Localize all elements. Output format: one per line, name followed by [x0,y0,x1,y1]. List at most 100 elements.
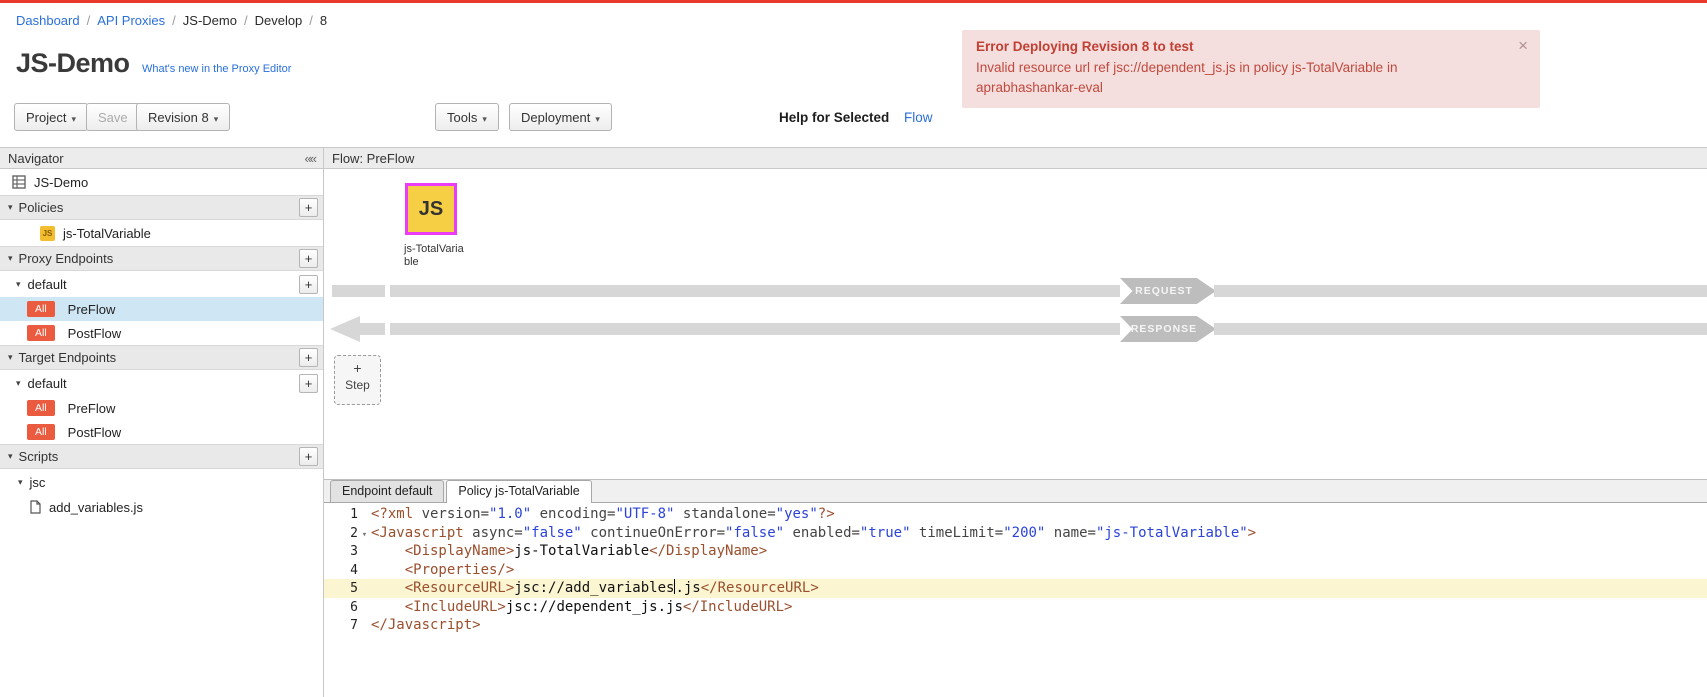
breadcrumb-revision: 8 [320,13,327,28]
all-badge: All [27,325,55,341]
all-badge: All [27,424,55,440]
code-line[interactable]: 4 <Properties/> [324,561,1707,580]
flow-canvas: JS js-TotalVariable REQUEST RESPONSE + S… [324,169,1707,479]
flow-link[interactable]: Flow [904,110,933,125]
breadcrumb-proxy: JS-Demo [183,13,237,28]
code-line[interactable]: 7</Javascript> [324,616,1707,635]
project-button[interactable]: Project▾ [14,103,88,131]
add-script-button[interactable]: + [299,447,318,466]
request-arrow-label: REQUEST [1120,278,1216,304]
flow-header: Flow: PreFlow [324,147,1707,169]
revision-button[interactable]: Revision 8▾ [136,103,230,131]
add-proxy-endpoint-button[interactable]: + [299,249,318,268]
navigator-item-target-postflow[interactable]: All PostFlow [0,420,323,444]
navigator-item-target-default[interactable]: ▾ default + [0,370,323,396]
section-policies[interactable]: ▾ Policies + [0,195,323,220]
section-proxy-endpoints[interactable]: ▾ Proxy Endpoints + [0,246,323,271]
navigator-item-js-demo[interactable]: JS-Demo [0,169,323,195]
collapse-sidebar-icon[interactable]: «« [305,148,315,169]
all-badge: All [27,301,55,317]
section-label: Proxy Endpoints [19,251,114,266]
navigator-item-proxy-preflow[interactable]: All PreFlow [0,297,323,321]
navigator-item-label: PreFlow [68,401,116,416]
code-line[interactable]: 2▾<Javascript async="false" continueOnEr… [324,524,1707,543]
all-badge: All [27,400,55,416]
section-scripts[interactable]: ▾ Scripts + [0,444,323,469]
navigator-item-jsc-folder[interactable]: ▾ jsc [0,469,323,495]
code-line[interactable]: 3 <DisplayName>js-TotalVariable</Display… [324,542,1707,561]
deployment-button[interactable]: Deployment▾ [509,103,612,131]
breadcrumb-separator: / [172,13,176,28]
breadcrumb-separator: / [87,13,91,28]
add-proxy-flow-button[interactable]: + [299,275,318,294]
caret-down-icon: ▾ [16,378,21,389]
navigator-item-proxy-postflow[interactable]: All PostFlow [0,321,323,345]
navigator-header: Navigator «« [0,147,323,169]
caret-down-icon: ▾ [18,477,23,488]
code-lines[interactable]: 1<?xml version="1.0" encoding="UTF-8" st… [324,503,1707,697]
code-line[interactable]: 5 <ResourceURL>jsc://add_variables.js</R… [324,579,1707,598]
response-arrow-label: RESPONSE [1120,316,1216,342]
js-policy-node-name: js-TotalVariable [404,243,464,269]
navigator-item-label: js-TotalVariable [63,226,151,241]
page-title: JS-Demo [16,48,130,78]
section-label: Policies [19,200,64,215]
add-target-flow-button[interactable]: + [299,374,318,393]
caret-down-icon: ▾ [482,114,487,124]
add-policy-button[interactable]: + [299,198,318,217]
proxy-icon [12,175,26,189]
section-target-endpoints[interactable]: ▾ Target Endpoints + [0,345,323,370]
proxy-editor-app: Dashboard/API Proxies/JS-Demo/Develop/8 … [0,0,1707,697]
page-header: JS-Demo What's new in the Proxy Editor [16,48,291,79]
flow-panel: Flow: PreFlow JS js-TotalVariable REQUES… [324,147,1707,697]
breadcrumb-separator: / [309,13,313,28]
project-button-label: Project [26,110,66,125]
request-flow-bar [1214,285,1707,297]
breadcrumb-separator: / [244,13,248,28]
navigator-item-label: default [28,277,67,292]
js-policy-node-label: JS [419,198,443,221]
breadcrumb-api-proxies[interactable]: API Proxies [97,13,165,28]
request-flow-bar [332,285,385,297]
caret-down-icon: ▾ [8,253,13,264]
error-banner: Error Deploying Revision 8 to test Inval… [962,30,1540,108]
code-line[interactable]: 1<?xml version="1.0" encoding="UTF-8" st… [324,505,1707,524]
navigator-item-proxy-default[interactable]: ▾ default + [0,271,323,297]
navigator-title: Navigator [8,151,64,166]
flow-header-title: Flow: PreFlow [332,151,414,166]
error-banner-message-line: aprabhashankar-eval [976,78,1510,98]
add-step-button[interactable]: + Step [334,355,381,405]
caret-down-icon: ▾ [8,352,13,363]
caret-down-icon: ▾ [595,114,600,124]
whats-new-link[interactable]: What's new in the Proxy Editor [142,63,291,75]
navigator-item-target-preflow[interactable]: All PreFlow [0,396,323,420]
js-policy-node[interactable]: JS [405,183,457,235]
plus-icon: + [335,358,380,378]
tools-button[interactable]: Tools ▾ [435,103,499,131]
breadcrumb-develop: Develop [255,13,303,28]
tab-endpoint-default[interactable]: Endpoint default [330,480,444,502]
section-label: Scripts [19,449,59,464]
editor-tabs: Endpoint default Policy js-TotalVariable [324,480,1707,503]
error-banner-message-line: Invalid resource url ref jsc://dependent… [976,58,1510,78]
request-flow-bar [390,285,1120,297]
navigator-item-add-variables-js[interactable]: add_variables.js [0,495,323,519]
navigator-item-js-totalvariable[interactable]: JS js-TotalVariable [0,220,323,246]
response-flow-bar [358,323,385,335]
code-line[interactable]: 6 <IncludeURL>jsc://dependent_js.js</Inc… [324,598,1707,617]
save-button[interactable]: Save [86,103,140,131]
navigator-item-label: JS-Demo [34,175,88,190]
close-icon[interactable]: × [1518,36,1528,56]
navigator-item-label: default [28,376,67,391]
caret-down-icon: ▾ [214,114,219,124]
caret-down-icon: ▾ [16,279,21,290]
error-banner-title: Error Deploying Revision 8 to test [976,39,1510,54]
file-icon [30,500,41,514]
tab-policy-js-totalvariable[interactable]: Policy js-TotalVariable [446,480,591,503]
add-step-label: Step [335,378,380,392]
add-target-endpoint-button[interactable]: + [299,348,318,367]
navigator-item-label: PostFlow [68,425,121,440]
navigator-item-label: PostFlow [68,326,121,341]
tools-button-label: Tools [447,110,477,125]
breadcrumb-dashboard[interactable]: Dashboard [16,13,80,28]
